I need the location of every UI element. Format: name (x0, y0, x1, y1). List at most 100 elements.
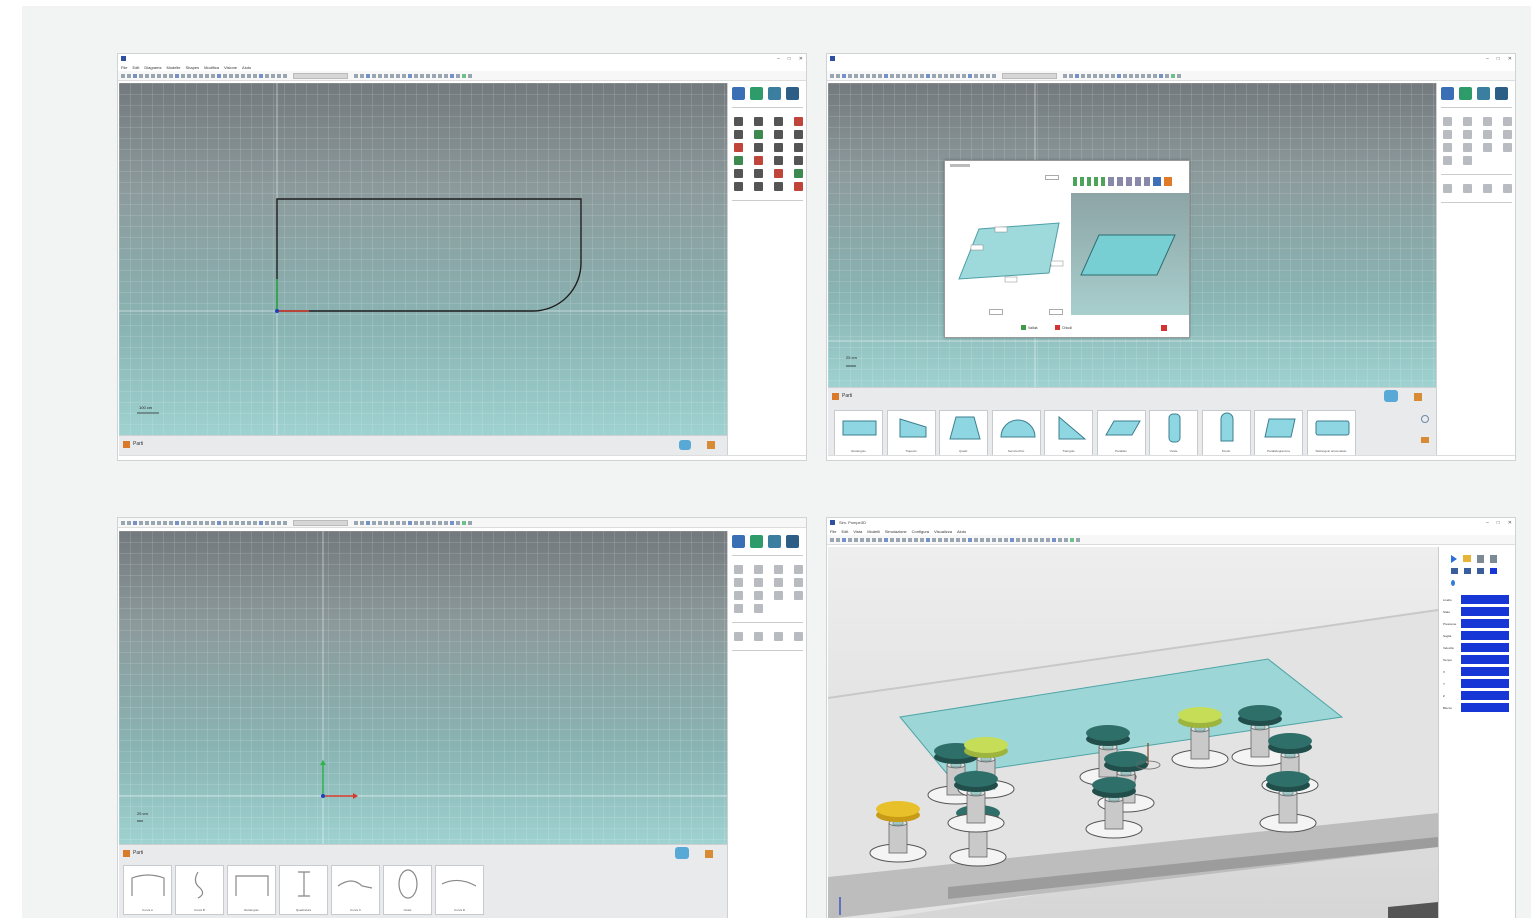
property-value-bar[interactable] (1461, 655, 1509, 664)
toolbar-icon[interactable] (872, 537, 876, 542)
dialog-action-icon[interactable] (1161, 325, 1167, 331)
window-controls[interactable]: – □ ✕ (1486, 520, 1512, 526)
toolbar-icon[interactable] (235, 520, 239, 525)
toolbar-icon[interactable] (1058, 537, 1062, 542)
palette-tool-icon[interactable] (734, 632, 743, 641)
rotate-view-icon[interactable] (675, 847, 689, 859)
toolbar-icon[interactable] (920, 537, 924, 542)
toolbar-icon[interactable] (1022, 537, 1026, 542)
menu-item[interactable]: Edit (132, 65, 139, 70)
main-toolbar[interactable] (118, 71, 806, 81)
toolbar-icon[interactable] (121, 520, 125, 525)
toolbar-icon[interactable] (444, 73, 448, 78)
palette-tool-icon[interactable] (754, 156, 763, 165)
toolbar-icon[interactable] (854, 537, 858, 542)
toolbar-icon[interactable] (938, 73, 942, 78)
step-back-icon[interactable] (1451, 568, 1458, 574)
palette-tool-icon[interactable] (734, 117, 743, 126)
palette-tool-icon[interactable] (754, 565, 763, 574)
layer-combo[interactable] (293, 519, 348, 526)
toolbar-icon[interactable] (1034, 537, 1038, 542)
palette-tool-icon[interactable] (754, 143, 763, 152)
assembly-mode-icon[interactable] (768, 87, 781, 100)
toolbar-icon[interactable] (914, 537, 918, 542)
toolbar-icon[interactable] (199, 73, 203, 78)
toolbar-icon[interactable] (1159, 73, 1163, 78)
toolbar-icon[interactable] (408, 73, 412, 78)
toolbar-icon[interactable] (962, 537, 966, 542)
toolbar-icon[interactable] (271, 520, 275, 525)
step-forward-icon[interactable] (1477, 568, 1484, 574)
parts-bar-icon[interactable] (832, 393, 839, 400)
palette-tool-icon[interactable] (774, 130, 783, 139)
toolbar-icon[interactable] (253, 73, 257, 78)
shape-tile[interactable]: Rettangolo arrotondato (1306, 410, 1356, 456)
menu-item[interactable]: Simulazione (885, 529, 907, 534)
palette-tool-icon[interactable] (754, 130, 763, 139)
toolbar-icon[interactable] (1076, 537, 1080, 542)
toolbar-icon[interactable] (1070, 537, 1074, 542)
toolbar-icon[interactable] (378, 73, 382, 78)
toolbar-icon[interactable] (259, 73, 263, 78)
palette-tool-icon[interactable] (794, 130, 803, 139)
folder-icon[interactable] (1463, 555, 1471, 562)
palette-tool-icon[interactable] (794, 169, 803, 178)
toolbar-icon[interactable] (878, 537, 882, 542)
palette-tool-icon[interactable] (774, 156, 783, 165)
toolbar-icon[interactable] (968, 73, 972, 78)
shape-tile[interactable]: Quadr. (939, 410, 988, 456)
toolbar-icon[interactable] (127, 73, 131, 78)
toolbar-icon[interactable] (402, 73, 406, 78)
palette-tool-icon[interactable] (734, 182, 743, 191)
drawing-viewport[interactable]: 25 cm (828, 83, 1436, 387)
toolbar-icon[interactable] (884, 537, 888, 542)
palette-tool-icon[interactable] (794, 156, 803, 165)
toolbar-icon[interactable] (414, 520, 418, 525)
palette-tool-icon[interactable] (794, 182, 803, 191)
curve-tile[interactable]: Curva B (175, 865, 224, 915)
palette-tool-icon[interactable] (1443, 117, 1452, 126)
toolbar-icon[interactable] (1177, 73, 1181, 78)
toolbar-icon[interactable] (1099, 73, 1103, 78)
toolbar-icon[interactable] (1093, 73, 1097, 78)
palette-tool-icon[interactable] (734, 156, 743, 165)
toolbar-icon[interactable] (157, 73, 161, 78)
toolbar-icon[interactable] (974, 73, 978, 78)
palette-tool-icon[interactable] (1503, 117, 1512, 126)
toolbar-icon[interactable] (468, 520, 472, 525)
toolbar-icon[interactable] (372, 73, 376, 78)
toolbar-icon[interactable] (223, 520, 227, 525)
toolbar-icon[interactable] (241, 520, 245, 525)
drawing-tools[interactable] (1437, 111, 1515, 171)
palette-tool-icon[interactable] (774, 578, 783, 587)
palette-tool-icon[interactable] (1443, 130, 1452, 139)
toolbar-icon[interactable] (408, 520, 412, 525)
toolbar-icon[interactable] (199, 520, 203, 525)
palette-tool-icon[interactable] (1463, 143, 1472, 152)
ok-button[interactable]: Valida (1021, 325, 1037, 330)
toolbar-icon[interactable] (133, 73, 137, 78)
toolbar-icon[interactable] (914, 73, 918, 78)
curve-tile[interactable]: Curva C (331, 865, 380, 915)
property-value-bar[interactable] (1461, 631, 1509, 640)
toolbar-icon[interactable] (1010, 537, 1014, 542)
toolbar-icon[interactable] (944, 73, 948, 78)
shape-tile[interactable]: Scudo (1201, 410, 1251, 456)
toolbar-icon[interactable] (1040, 537, 1044, 542)
toolbar-icon[interactable] (372, 520, 376, 525)
toolbar-icon[interactable] (151, 73, 155, 78)
palette-tool-icon[interactable] (774, 591, 783, 600)
toolbar-icon[interactable] (866, 73, 870, 78)
palette-tool-icon[interactable] (1503, 130, 1512, 139)
toolbar-icon[interactable] (265, 520, 269, 525)
toolbar-icon[interactable] (456, 520, 460, 525)
curve-tile[interactable]: Curva D (435, 865, 484, 915)
dialog-shape-toolbar[interactable] (1073, 175, 1189, 187)
pause-icon[interactable] (1477, 555, 1484, 563)
toolbar-icon[interactable] (205, 520, 209, 525)
toolbar-icon[interactable] (968, 537, 972, 542)
main-toolbar[interactable] (118, 518, 806, 528)
palette-tool-icon[interactable] (734, 169, 743, 178)
parts-label[interactable]: Parti (842, 393, 852, 399)
toolbar-icon[interactable] (121, 73, 125, 78)
